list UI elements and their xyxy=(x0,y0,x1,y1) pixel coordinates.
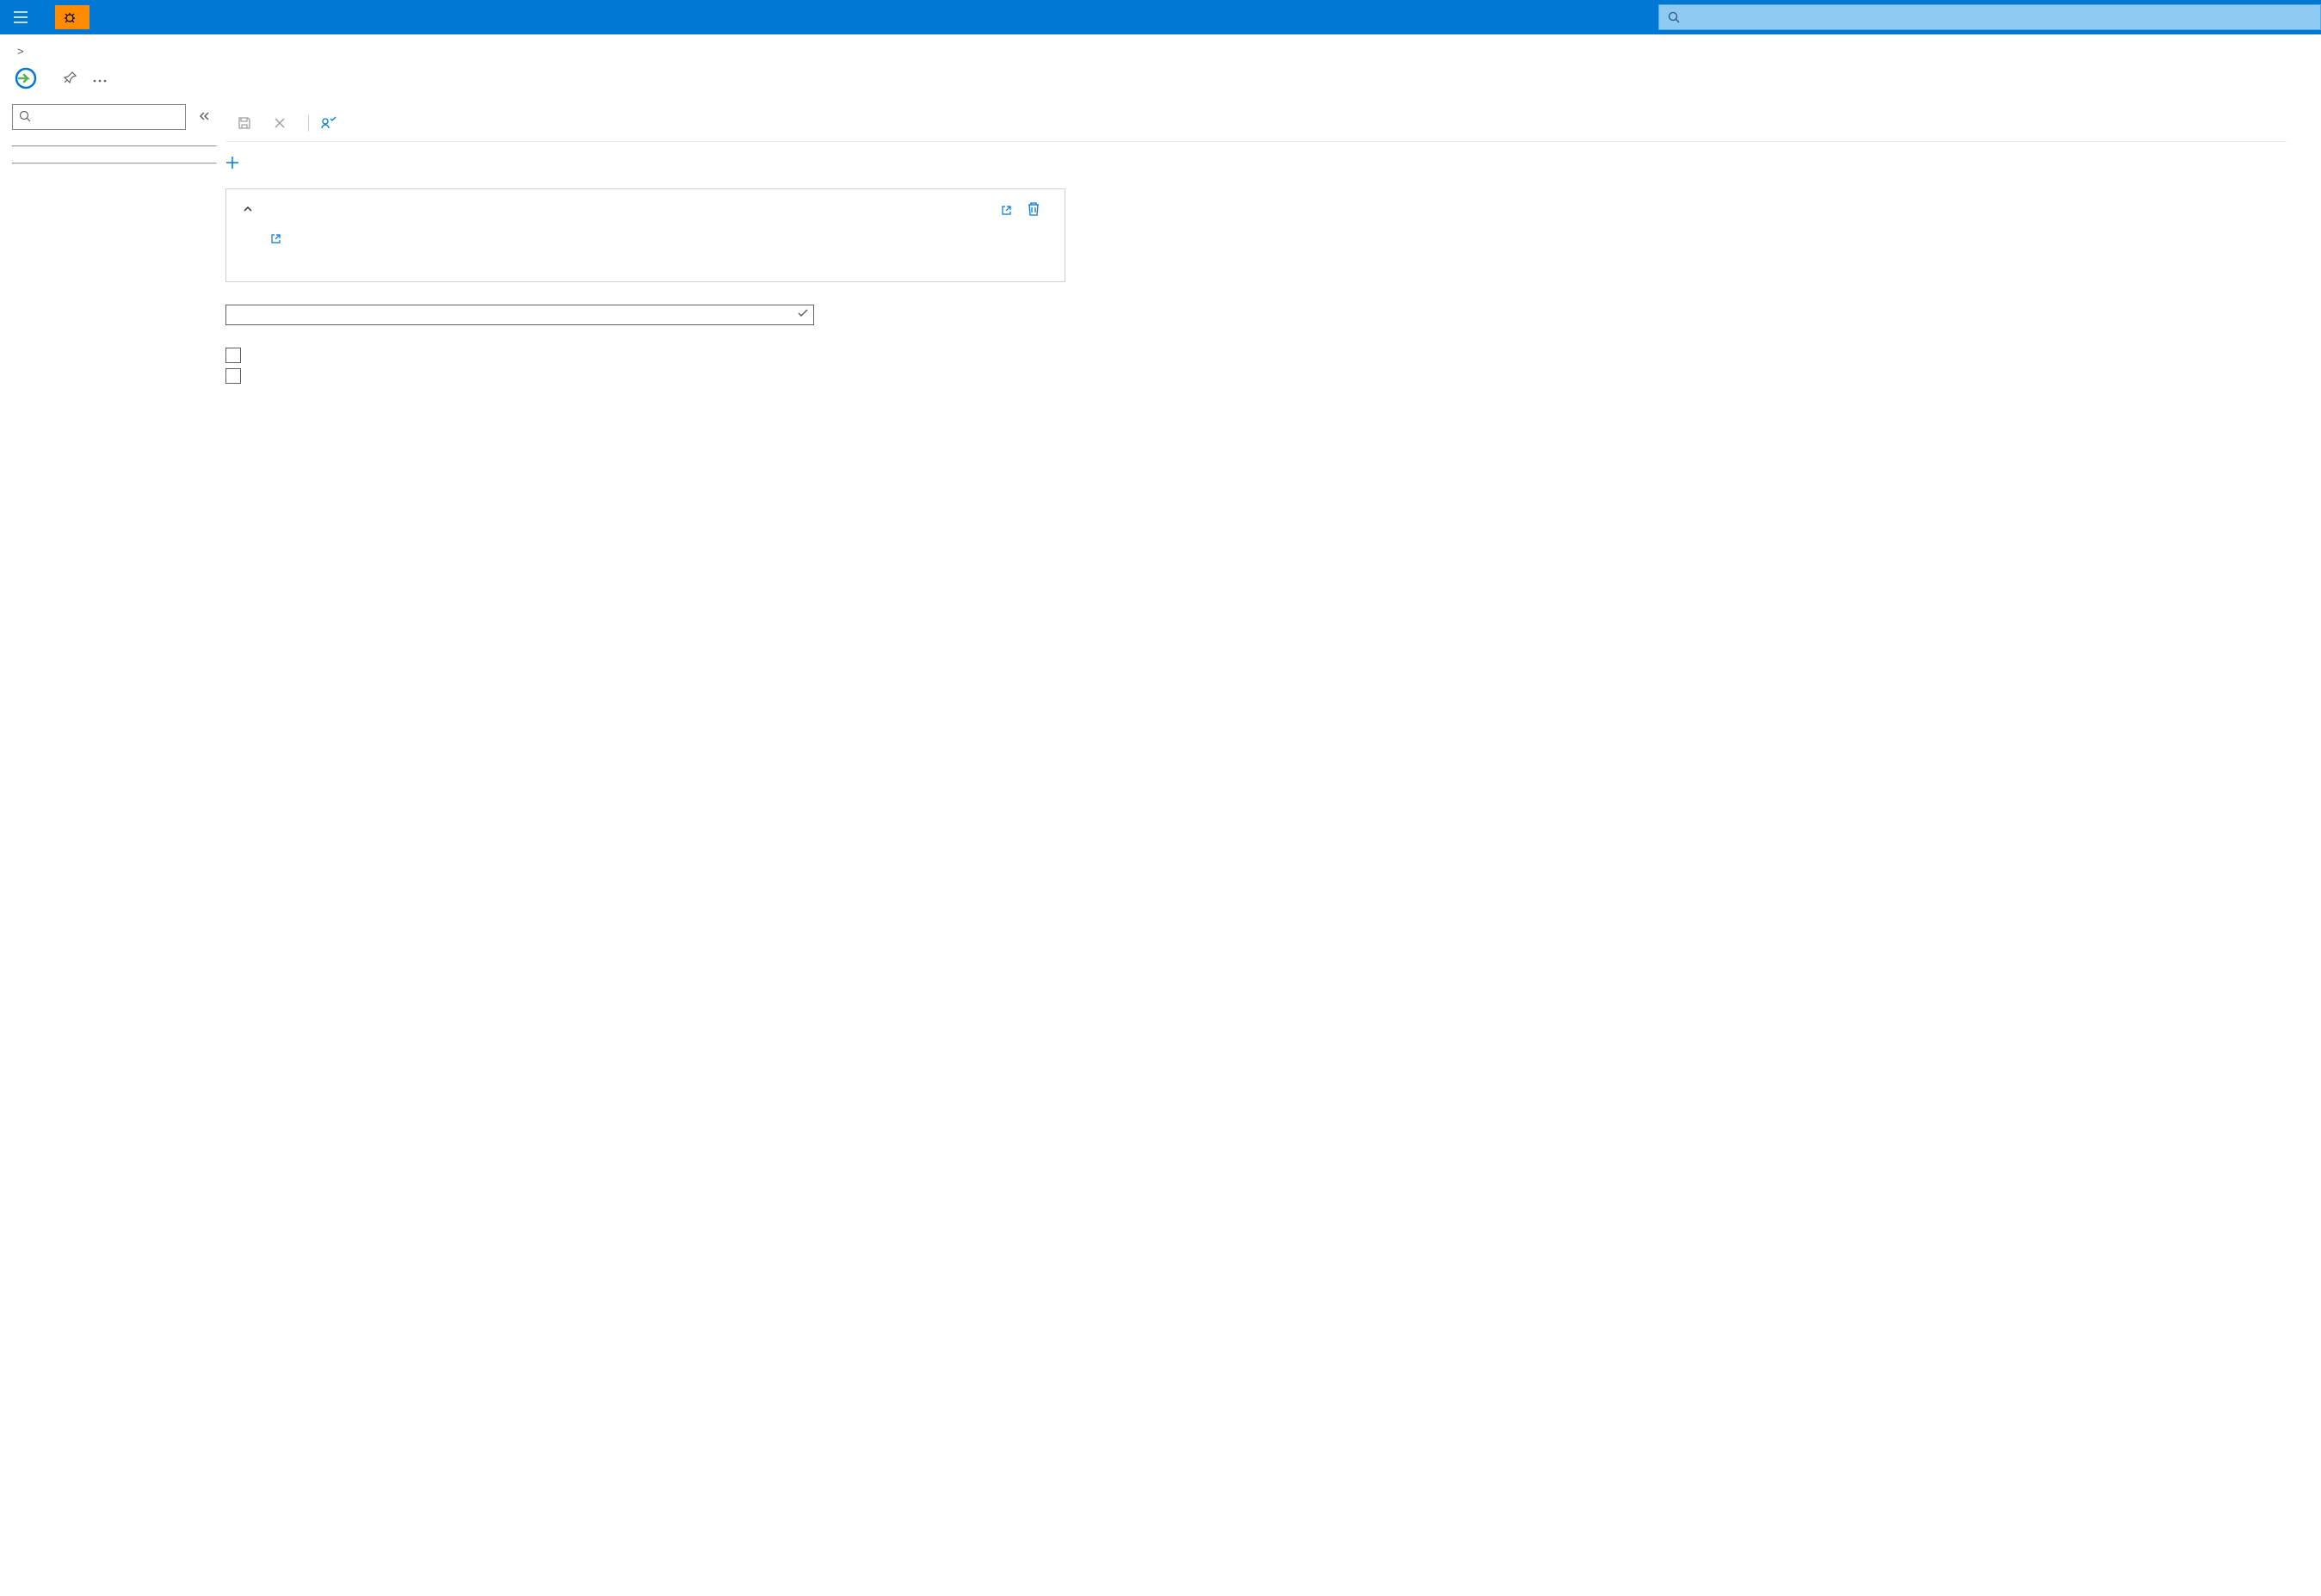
app-icon xyxy=(12,65,40,92)
breadcrumb: > xyxy=(0,34,2321,65)
top-bar xyxy=(0,0,2321,34)
global-search-input[interactable] xyxy=(1687,11,2312,24)
web-docs-link[interactable] xyxy=(1002,204,1011,217)
add-platform-button[interactable] xyxy=(225,156,2287,169)
report-bug-button[interactable] xyxy=(55,5,90,29)
bug-icon xyxy=(64,11,76,23)
breadcrumb-sep: > xyxy=(17,45,24,58)
external-link-icon xyxy=(271,234,281,243)
redirect-uris-desc xyxy=(271,231,1040,247)
chevron-up-icon xyxy=(242,203,254,215)
save-button[interactable] xyxy=(238,116,256,130)
redirect-learn-more-link[interactable] xyxy=(271,232,281,245)
logout-url-input[interactable] xyxy=(225,305,814,325)
trash-icon xyxy=(1027,201,1040,217)
hamburger-menu[interactable] xyxy=(0,0,41,34)
sidebar-collapse-button[interactable] xyxy=(198,110,210,125)
save-icon xyxy=(238,116,251,130)
check-icon xyxy=(797,307,809,319)
collapse-web-button[interactable] xyxy=(242,203,254,218)
pin-icon xyxy=(64,71,77,84)
ellipsis-icon xyxy=(93,79,107,83)
hamburger-icon xyxy=(14,11,28,23)
content-area xyxy=(217,104,2321,423)
sidebar xyxy=(0,104,217,423)
external-link-icon xyxy=(1002,206,1011,215)
feedback-button[interactable] xyxy=(321,116,342,130)
id-tokens-row xyxy=(225,368,2287,384)
search-icon xyxy=(1668,11,1680,23)
pin-button[interactable] xyxy=(64,71,77,87)
more-button[interactable] xyxy=(93,72,107,85)
discard-button[interactable] xyxy=(274,117,291,129)
access-tokens-checkbox[interactable] xyxy=(225,348,241,363)
chevron-double-left-icon xyxy=(198,110,210,122)
command-divider xyxy=(308,114,309,132)
page-header xyxy=(0,65,2321,104)
delete-web-platform-button[interactable] xyxy=(1027,201,1040,219)
plus-icon xyxy=(225,156,239,169)
platform-card-web xyxy=(225,188,1065,282)
sidebar-search-input[interactable] xyxy=(12,104,186,130)
close-icon xyxy=(274,117,286,129)
id-tokens-checkbox[interactable] xyxy=(225,368,241,384)
search-icon xyxy=(19,110,31,122)
feedback-icon xyxy=(321,116,336,130)
command-bar xyxy=(225,104,2287,142)
global-search[interactable] xyxy=(1658,4,2321,30)
logout-validate-icon xyxy=(797,307,809,322)
access-tokens-row xyxy=(225,348,2287,363)
